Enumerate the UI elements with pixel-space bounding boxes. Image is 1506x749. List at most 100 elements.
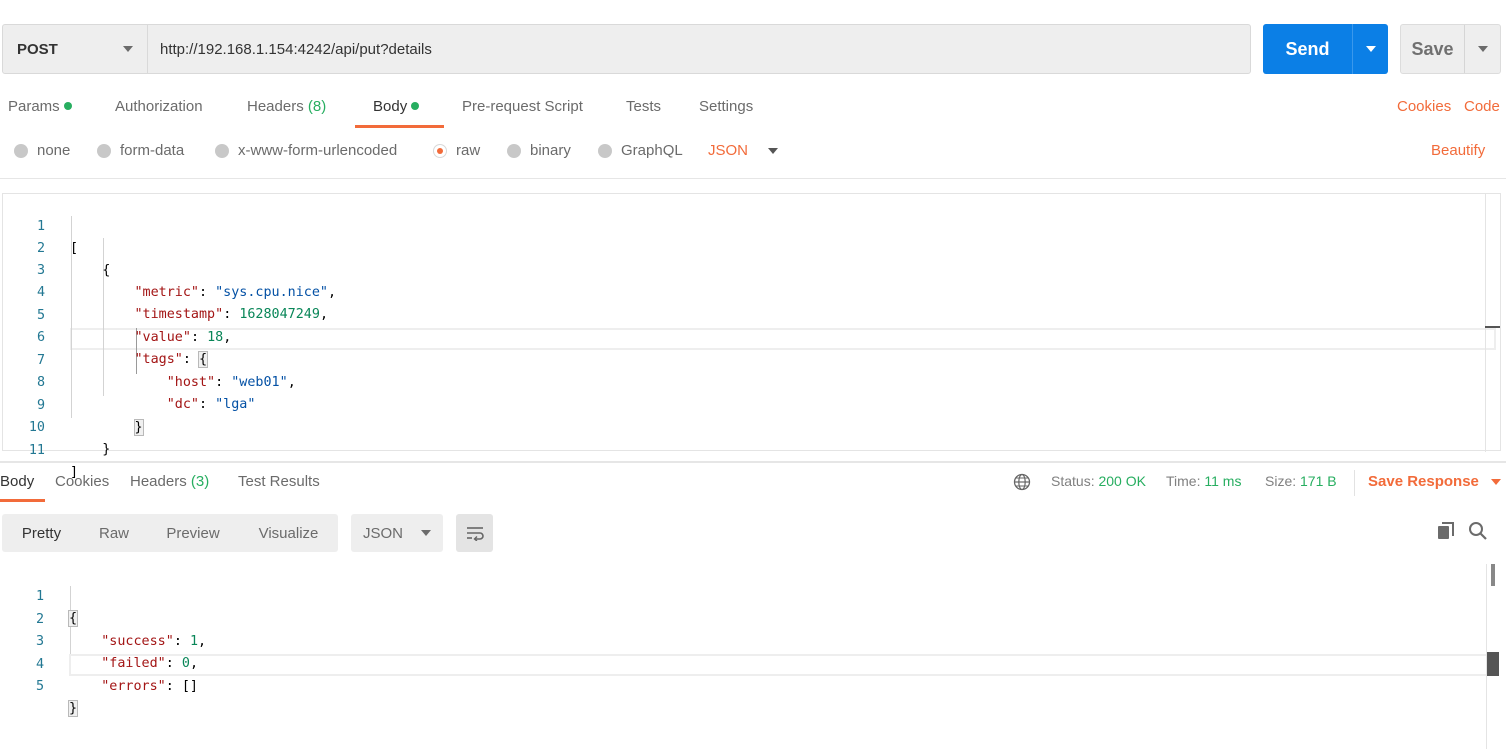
globe-icon[interactable]: [1013, 473, 1031, 491]
radio-graphql[interactable]: GraphQL: [598, 142, 683, 159]
chevron-down-icon: [768, 147, 779, 154]
tab-authorization[interactable]: Authorization: [115, 98, 203, 115]
code-line: 2 {: [3, 216, 1500, 278]
tab-prerequest-script[interactable]: Pre-request Script: [462, 98, 583, 115]
code-line: 8 "dc": "lga": [3, 350, 1500, 412]
search-icon[interactable]: [1468, 521, 1488, 541]
tab-settings[interactable]: Settings: [699, 98, 753, 115]
punct: }: [102, 442, 111, 457]
radio-binary[interactable]: binary: [507, 142, 571, 159]
save-button[interactable]: Save: [1401, 25, 1464, 73]
response-splitter[interactable]: [0, 461, 1506, 463]
code-line: 1 [: [3, 194, 1500, 256]
code-line: 2 "success": 1,: [2, 587, 1501, 649]
radio-none[interactable]: none: [14, 142, 70, 159]
code-line: 1 {: [2, 564, 1501, 627]
chevron-down-icon: [123, 46, 133, 52]
code-line: 3 "metric": "sys.cpu.nice",: [3, 238, 1500, 300]
status-label: Status:: [1051, 473, 1095, 489]
url-input[interactable]: http://192.168.1.154:4242/api/put?detail…: [148, 25, 1250, 73]
radio-circle-icon: [14, 143, 28, 158]
view-preview-button[interactable]: Preview: [147, 514, 239, 552]
radio-circle-icon: [97, 143, 111, 158]
json-key: "errors": [101, 679, 166, 694]
time-label: Time:: [1166, 473, 1201, 489]
line-number: 11: [28, 443, 45, 458]
response-tabs: Body Cookies Headers (3) Test Results St…: [0, 470, 1506, 502]
chevron-down-icon: [1490, 478, 1501, 485]
wrap-lines-icon: [466, 527, 484, 541]
active-tab-indicator: [0, 499, 45, 502]
response-tab-cookies[interactable]: Cookies: [55, 473, 109, 490]
time-readout: Time: 11 ms: [1166, 473, 1241, 489]
chevron-down-icon: [1365, 46, 1376, 52]
size-label: Size:: [1265, 473, 1297, 489]
save-options-button[interactable]: [1464, 25, 1500, 73]
tab-body[interactable]: Body: [373, 98, 420, 115]
radio-label: binary: [530, 142, 571, 159]
headers-count-badge: (3): [190, 473, 210, 490]
code-text: }: [67, 698, 79, 720]
tab-params[interactable]: Params: [8, 98, 72, 115]
code-link[interactable]: Code: [1464, 98, 1500, 115]
response-view-modes: Pretty Raw Preview Visualize: [2, 514, 338, 552]
response-tab-test-results[interactable]: Test Results: [238, 473, 320, 490]
response-body-viewer[interactable]: 1 { 2 "success": 1, 3 "failed": 0, 4 "er…: [2, 564, 1501, 749]
code-line: 6 "tags": {: [3, 305, 1500, 368]
tab-label: Body: [373, 98, 408, 115]
send-options-button[interactable]: [1352, 24, 1388, 74]
size-value[interactable]: 171 B: [1300, 473, 1337, 489]
code-line: 7 "host": "web01",: [3, 328, 1500, 390]
radio-circle-icon: [215, 143, 229, 158]
radio-form-data[interactable]: form-data: [97, 142, 184, 159]
body-type-selector: none form-data x-www-form-urlencoded raw…: [0, 142, 1506, 166]
radio-selected-icon: [433, 143, 447, 158]
language-label: JSON: [708, 142, 749, 159]
code-line: 11 ]: [3, 418, 1500, 480]
radio-x-www-form-urlencoded[interactable]: x-www-form-urlencoded: [215, 142, 397, 159]
save-response-button[interactable]: Save Response: [1368, 473, 1501, 490]
line-number: 5: [35, 679, 44, 694]
matched-bracket: }: [67, 700, 79, 717]
status-readout: Status: 200 OK: [1051, 473, 1146, 489]
tab-label: Params: [8, 98, 60, 115]
radio-label: x-www-form-urlencoded: [238, 142, 398, 159]
response-tab-body[interactable]: Body: [0, 473, 34, 490]
send-button-group: Send: [1263, 24, 1388, 74]
radio-raw[interactable]: raw: [433, 142, 480, 159]
radio-label: none: [37, 142, 71, 159]
method-label: POST: [17, 40, 58, 58]
headers-count-badge: (8): [307, 98, 327, 115]
status-dot-icon: [411, 102, 420, 111]
request-body-editor[interactable]: 1 [ 2 { 3 "metric": "sys.cpu.nice", 4 "t…: [2, 193, 1501, 480]
view-pretty-button[interactable]: Pretty: [2, 514, 81, 552]
beautify-link[interactable]: Beautify: [1431, 142, 1485, 159]
divider: [0, 178, 1506, 179]
code-line: 5 }: [2, 654, 1501, 717]
status-value[interactable]: 200 OK: [1098, 473, 1145, 489]
divider: [1354, 470, 1355, 496]
view-raw-button[interactable]: Raw: [81, 514, 147, 552]
view-visualize-button[interactable]: Visualize: [239, 514, 338, 552]
cookies-link[interactable]: Cookies: [1397, 98, 1451, 115]
language-select[interactable]: JSON: [708, 142, 779, 159]
wrap-lines-button[interactable]: [456, 514, 493, 552]
tab-tests[interactable]: Tests: [626, 98, 661, 115]
save-response-label: Save Response: [1368, 473, 1479, 490]
method-select[interactable]: POST: [3, 25, 148, 73]
time-value[interactable]: 11 ms: [1204, 473, 1241, 489]
send-button[interactable]: Send: [1263, 24, 1352, 74]
format-label: JSON: [363, 524, 404, 542]
code-line: 9 }: [3, 373, 1500, 436]
radio-circle-icon: [507, 143, 521, 158]
json-array: []: [181, 679, 198, 694]
code-line: 5 "value": 18,: [3, 283, 1500, 345]
url-text: http://192.168.1.154:4242/api/put?detail…: [160, 40, 432, 58]
response-tab-headers[interactable]: Headers (3): [130, 473, 209, 490]
tab-headers[interactable]: Headers (8): [247, 98, 326, 115]
request-bar: POST http://192.168.1.154:4242/api/put?d…: [2, 24, 1251, 74]
copy-icon[interactable]: [1436, 521, 1456, 541]
save-button-group: Save: [1400, 24, 1501, 74]
radio-label: form-data: [120, 142, 185, 159]
response-format-select[interactable]: JSON: [351, 514, 443, 552]
